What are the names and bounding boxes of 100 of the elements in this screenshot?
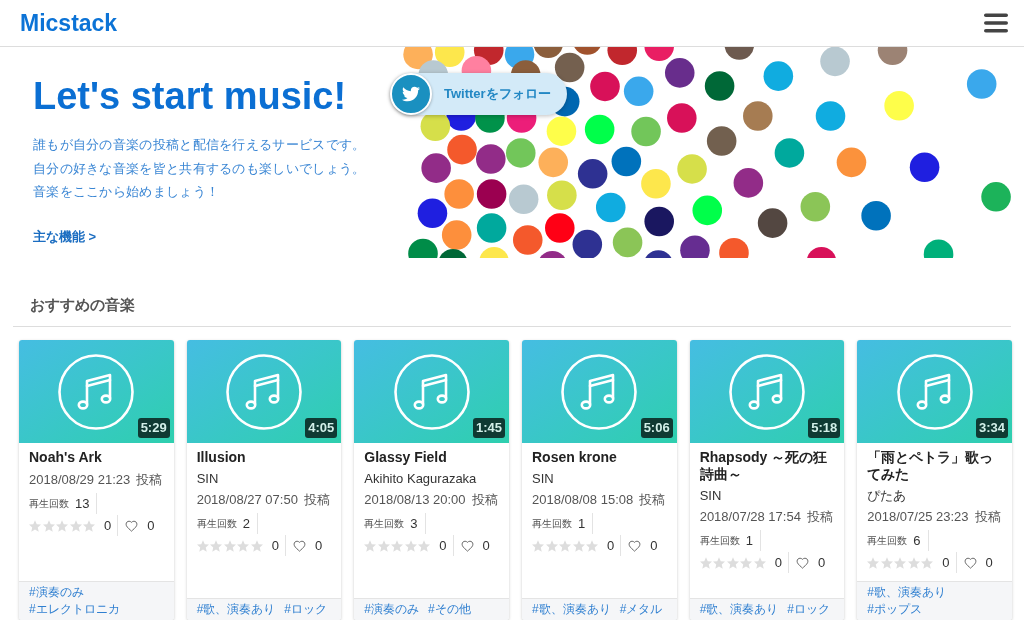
posted-date: 2018/07/28 17:54 [699, 507, 801, 526]
play-count-label: 再生回数 [196, 517, 237, 531]
section-title: おすすめの音楽 [30, 295, 136, 315]
artist-name: SIN [196, 470, 220, 488]
posted-label: 投稿 [974, 507, 1001, 526]
song-card[interactable]: 5:18 Rhapsody ～死の狂詩曲～ SIN 2018/07/28 17:54 投稿 再生回数 1 0 0 #歌、演奏あり #ロック [689, 340, 845, 620]
tag-link[interactable]: #演奏のみ [29, 584, 84, 601]
song-card[interactable]: 1:45 Glassy Field Akihito Kagurazaka 2018/08/13 20:00 投稿 再生回数 3 0 0 #演奏のみ #その他 [354, 340, 509, 620]
tag-link[interactable]: #歌、演奏あり [532, 601, 611, 618]
duration-badge: 5:18 [808, 418, 841, 438]
artist-name: ぴたあ [867, 487, 908, 505]
like-count: 0 [985, 553, 993, 572]
rating-count: 0 [439, 536, 447, 555]
star-icon [880, 556, 893, 569]
like-count: 0 [314, 536, 323, 555]
star-icon [237, 539, 250, 552]
like-count: 0 [147, 516, 155, 535]
like-count: 0 [650, 536, 658, 555]
posted-date: 2018/08/08 15:08 [532, 490, 634, 509]
menu-icon [984, 13, 1008, 33]
tag-link[interactable]: #歌、演奏あり [699, 601, 779, 618]
duration-badge: 4:05 [305, 418, 338, 438]
star-icon [83, 519, 95, 532]
tag-link[interactable]: #ポップス [867, 601, 922, 618]
heart-icon[interactable] [125, 519, 139, 532]
music-note-icon [561, 353, 638, 430]
posted-label: 投稿 [303, 490, 330, 509]
song-title[interactable]: Glassy Field [364, 449, 499, 466]
duration-badge: 5:29 [137, 418, 170, 438]
play-count: 6 [913, 531, 921, 550]
play-count: 2 [242, 514, 250, 533]
rating-count: 0 [104, 516, 112, 535]
star-icon [921, 556, 934, 569]
play-count-label: 再生回数 [364, 517, 405, 531]
play-count-label: 再生回数 [29, 497, 69, 511]
features-link[interactable]: 主な機能 > [33, 226, 97, 247]
rating-count: 0 [607, 536, 615, 555]
logo[interactable]: Micstack [20, 9, 118, 37]
star-icon [364, 539, 377, 552]
music-note-icon [729, 353, 805, 430]
star-icon [391, 539, 404, 552]
duration-badge: 1:45 [472, 418, 505, 438]
duration-badge: 3:34 [975, 418, 1008, 438]
song-title[interactable]: Rosen krone [532, 449, 667, 466]
heart-icon[interactable] [963, 556, 977, 569]
heart-icon[interactable] [628, 539, 642, 552]
song-card[interactable]: 3:34 「雨とペトラ」歌ってみた ぴたあ 2018/07/25 23:23 投稿 再生回数 6 0 0 #歌、演奏あり #ポップス [857, 340, 1012, 620]
star-icon [29, 519, 41, 532]
play-count: 1 [745, 531, 753, 550]
artist-name: Akihito Kagurazaka [364, 470, 478, 488]
star-icon [223, 539, 236, 552]
tag-link[interactable]: #歌、演奏あり [196, 601, 276, 618]
music-note-icon [58, 353, 135, 430]
duration-badge: 5:06 [640, 418, 673, 438]
artist-name: SIN [532, 470, 555, 488]
star-icon [377, 539, 390, 552]
tag-link[interactable]: #ロック [787, 601, 831, 618]
intro-paragraph: 誰もが自分の音楽の投稿と配信を行えるサービスです。 自分の好きな音楽を皆と共有するのも楽しいでしょう。 音楽をここから始めましょう！ [33, 136, 366, 201]
star-icon [753, 556, 766, 569]
song-card[interactable]: 5:06 Rosen krone SIN 2018/08/08 15:08 投稿 再生回数 1 0 0 #歌、演奏あり #メタル [522, 340, 677, 620]
star-icon [250, 539, 263, 552]
star-icon [404, 539, 417, 552]
twitter-follow-button[interactable]: Twitterをフォロー [390, 73, 567, 115]
tag-link[interactable]: #メタル [619, 601, 663, 618]
song-title[interactable]: Noah's Ark [29, 449, 164, 466]
star-icon [699, 556, 712, 569]
bird-icon [390, 73, 432, 115]
play-count-label: 再生回数 [699, 534, 740, 548]
song-title[interactable]: Illusion [196, 449, 332, 466]
tag-link[interactable]: #歌、演奏あり [867, 584, 946, 601]
tag-link[interactable]: #ロック [284, 601, 328, 618]
star-icon [418, 539, 431, 552]
star-icon [69, 519, 82, 532]
hero-title: Let's start music! [33, 74, 347, 118]
star-icon [210, 539, 223, 552]
star-icon [42, 519, 55, 532]
tag-link[interactable]: #その他 [428, 601, 471, 618]
song-card[interactable]: 5:29 Noah's Ark 2018/08/29 21:23 投稿 再生回数 13 0 0 #演奏のみ #エレクトロニカ [19, 340, 174, 620]
star-icon [559, 539, 571, 552]
rating-count: 0 [271, 536, 279, 555]
star-icon [740, 556, 753, 569]
song-title[interactable]: Rhapsody ～死の狂詩曲～ [699, 449, 835, 483]
play-count: 13 [75, 494, 90, 513]
heart-icon[interactable] [795, 556, 809, 569]
tag-link[interactable]: #エレクトロニカ [29, 601, 120, 618]
tag-link[interactable]: #演奏のみ [364, 601, 419, 618]
menu-button[interactable] [984, 13, 1008, 33]
star-icon [907, 556, 920, 569]
play-count-label: 再生回数 [532, 517, 572, 531]
star-icon [713, 556, 726, 569]
star-icon [586, 539, 598, 552]
heart-icon[interactable] [460, 539, 474, 552]
star-icon [196, 539, 209, 552]
play-count-label: 再生回数 [867, 534, 908, 548]
artist-name: SIN [699, 487, 723, 505]
song-card[interactable]: 4:05 Illusion SIN 2018/08/27 07:50 投稿 再生回数 2 0 0 #歌、演奏あり #ロック [186, 340, 342, 620]
heart-icon[interactable] [292, 539, 306, 552]
posted-label: 投稿 [471, 490, 498, 509]
play-count: 1 [578, 514, 586, 533]
song-title[interactable]: 「雨とペトラ」歌ってみた [867, 449, 1002, 483]
